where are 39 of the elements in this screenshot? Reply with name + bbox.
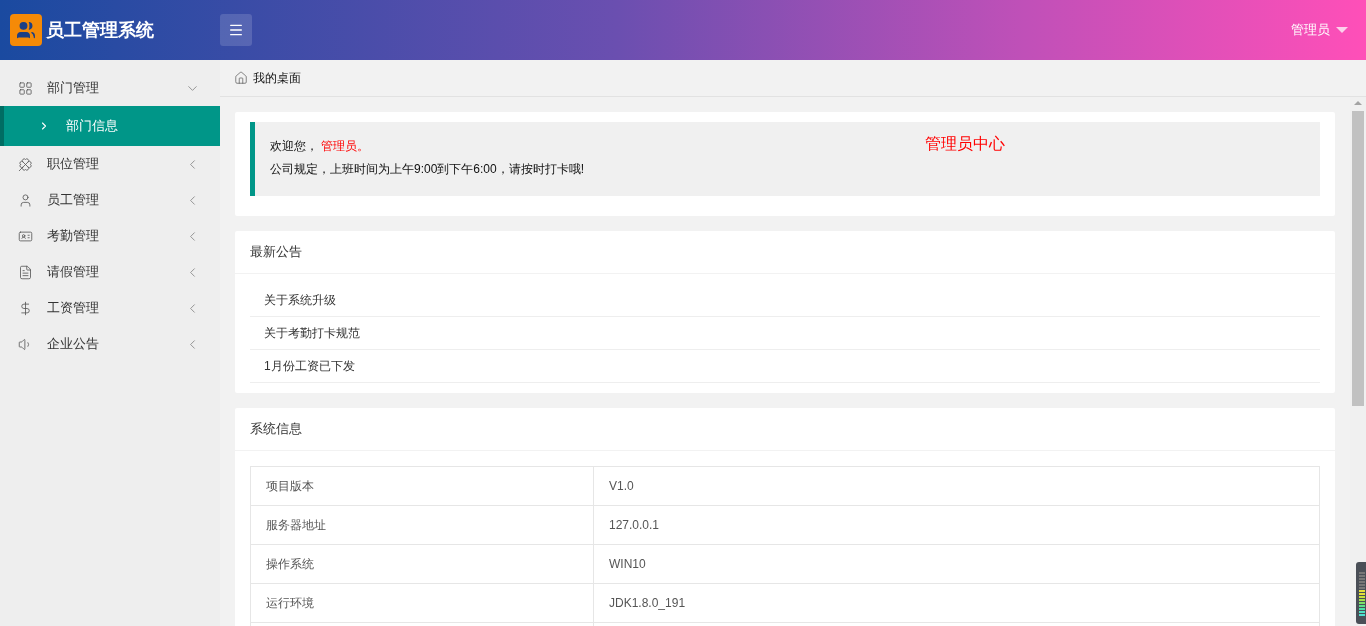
sidebar-subitem[interactable]: 部门信息 xyxy=(0,106,220,146)
menu-icon xyxy=(228,22,244,38)
sidebar-item[interactable]: 职位管理 xyxy=(0,146,220,182)
table-cell: JDK1.8.0_191 xyxy=(593,583,1320,623)
table-cell: 项目版本 xyxy=(250,466,594,506)
notice-item[interactable]: 1月份工资已下发 xyxy=(250,350,1320,383)
work-hours-notice: 公司规定，上班时间为上午9:00到下午6:00，请按时打卡哦! xyxy=(270,161,585,178)
clover-icon xyxy=(18,156,33,172)
card-title: 最新公告 xyxy=(235,231,1335,274)
scrollbar-thumb[interactable] xyxy=(1352,111,1364,406)
menu-button[interactable] xyxy=(220,14,252,46)
user-icon xyxy=(18,192,33,208)
table-cell: 操作系统 xyxy=(250,544,594,584)
notice-item[interactable]: 关于考勤打卡规范 xyxy=(250,317,1320,350)
sidebar-item[interactable]: 企业公告 xyxy=(0,326,220,362)
app-title: 员工管理系统 xyxy=(46,19,154,42)
home-icon xyxy=(234,71,248,85)
sidebar-item[interactable]: 请假管理 xyxy=(0,254,220,290)
sidebar-item[interactable]: 部门管理 xyxy=(0,70,220,106)
id-card-icon xyxy=(18,228,33,244)
sidebar-item[interactable]: 工资管理 xyxy=(0,290,220,326)
dollar-icon xyxy=(18,300,33,316)
grid-icon xyxy=(18,80,33,96)
table-cell: 127.0.0.1 xyxy=(593,505,1320,545)
scroll-up-icon[interactable] xyxy=(1354,101,1362,105)
sidebar-item[interactable]: 员工管理 xyxy=(0,182,220,218)
card-title: 系统信息 xyxy=(235,408,1335,451)
table-cell: V1.0 xyxy=(593,466,1320,506)
table-cell: 运行环境 xyxy=(250,583,594,623)
table-cell: WIN10 xyxy=(593,544,1320,584)
level-meter-drawing xyxy=(1356,562,1366,624)
document-icon xyxy=(18,264,33,280)
welcome-text: 欢迎您， 管理员。 xyxy=(270,138,371,155)
center-title: 管理员中心 xyxy=(925,134,1005,154)
users-logo-icon xyxy=(10,14,42,46)
sidebar-item[interactable]: 考勤管理 xyxy=(0,218,220,254)
notice-item[interactable]: 关于系统升级 xyxy=(250,284,1320,317)
table-cell: 服务器地址 xyxy=(250,505,594,545)
breadcrumb[interactable]: 我的桌面 xyxy=(253,69,301,87)
